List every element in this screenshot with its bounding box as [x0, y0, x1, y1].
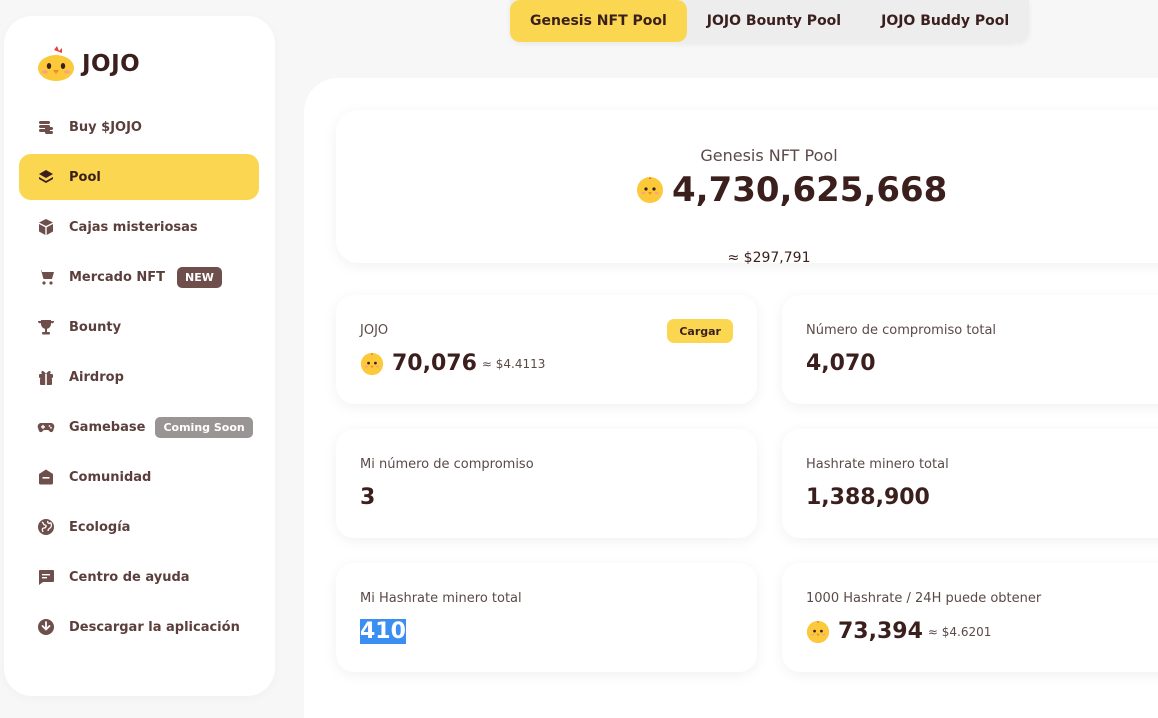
sidebar-item-label: Descargar la aplicación — [69, 619, 240, 635]
sidebar-item-nft-market[interactable]: Mercado NFT NEW — [19, 254, 259, 300]
tab-jojo-bounty-pool[interactable]: JOJO Bounty Pool — [687, 0, 861, 42]
sidebar-item-airdrop[interactable]: Airdrop — [19, 354, 259, 400]
sidebar-item-label: Centro de ayuda — [69, 569, 190, 585]
sidebar-item-label: Comunidad — [69, 469, 152, 485]
tab-jojo-buddy-pool[interactable]: JOJO Buddy Pool — [861, 0, 1029, 42]
trophy-icon — [37, 318, 55, 336]
pool-total-value: 4,730,625,668 — [672, 170, 948, 210]
card-label: Mi Hashrate minero total — [360, 591, 522, 606]
reward-value: 73,394 ≈ $4.6201 — [806, 619, 991, 644]
layers-icon — [37, 168, 55, 186]
total-hashrate-card: Hashrate minero total 1,388,900 — [782, 429, 1158, 538]
card-value-text: 410 — [360, 619, 406, 644]
gamepad-icon — [37, 418, 55, 436]
pool-total-amount: 4,730,625,668 — [636, 170, 947, 210]
card-value-text: 1,388,900 — [806, 485, 930, 510]
sidebar-item-community[interactable]: Comunidad — [19, 454, 259, 500]
jojo-balance-card: JOJO Cargar 70,076 ≈ $4.4113 — [336, 295, 757, 404]
main-panel: Genesis NFT Pool 4,730,625,668 ≈ $297,79… — [304, 78, 1158, 718]
card-label: JOJO — [360, 323, 389, 338]
sidebar: JOJO Buy $JOJO Pool Cajas misteriosas Me… — [4, 16, 275, 696]
card-label: Mi número de compromiso — [360, 457, 534, 472]
sidebar-item-label: Buy $JOJO — [69, 119, 142, 135]
card-label: Hashrate minero total — [806, 457, 949, 472]
box-icon — [37, 218, 55, 236]
globe-icon — [37, 518, 55, 536]
logo[interactable]: JOJO — [36, 46, 140, 82]
card-value-text: 3 — [360, 485, 376, 510]
chick-logo-icon — [36, 46, 76, 82]
sidebar-item-label: Cajas misteriosas — [69, 219, 198, 235]
sidebar-item-download-app[interactable]: Descargar la aplicación — [19, 604, 259, 650]
sidebar-item-pool[interactable]: Pool — [19, 154, 259, 200]
card-label: 1000 Hashrate / 24H puede obtener — [806, 591, 1042, 606]
card-value-text: 70,076 — [392, 351, 477, 376]
sidebar-item-label: Airdrop — [69, 369, 124, 385]
gift-icon — [37, 368, 55, 386]
brand-name: JOJO — [82, 51, 141, 77]
coming-soon-badge: Coming Soon — [155, 416, 253, 438]
total-stake-card: Número de compromiso total 4,070 — [782, 295, 1158, 404]
sidebar-item-bounty[interactable]: Bounty — [19, 304, 259, 350]
download-icon — [37, 618, 55, 636]
sidebar-item-mystery-boxes[interactable]: Cajas misteriosas — [19, 204, 259, 250]
sidebar-item-label: Pool — [69, 169, 101, 185]
jojo-coin-icon — [806, 620, 830, 644]
card-label: Número de compromiso total — [806, 323, 997, 338]
sidebar-item-label: Mercado NFT — [69, 269, 166, 285]
reward-card: 1000 Hashrate / 24H puede obtener 73,394… — [782, 563, 1158, 672]
card-usd: ≈ $4.6201 — [927, 624, 992, 639]
chat-icon — [37, 568, 55, 586]
cargar-button[interactable]: Cargar — [667, 319, 733, 343]
cart-icon — [37, 268, 55, 286]
sidebar-item-label: Ecología — [69, 519, 131, 535]
sidebar-item-label: Bounty — [69, 319, 122, 335]
pool-summary-card: Genesis NFT Pool 4,730,625,668 ≈ $297,79… — [336, 110, 1158, 266]
sidebar-item-label: Gamebase — [69, 419, 146, 435]
pool-total-usd: ≈ $297,791 — [727, 250, 811, 266]
card-usd: ≈ $4.4113 — [481, 356, 546, 371]
card-value-text: 73,394 — [838, 619, 923, 644]
sidebar-item-buy-jojo[interactable]: Buy $JOJO — [19, 104, 259, 150]
jojo-coin-icon — [360, 352, 384, 376]
jojo-coin-icon — [636, 176, 664, 204]
coins-stack-icon — [37, 118, 55, 136]
tab-genesis-nft-pool[interactable]: Genesis NFT Pool — [510, 0, 687, 42]
pool-title: Genesis NFT Pool — [700, 146, 838, 165]
pool-tabs: Genesis NFT Pool JOJO Bounty Pool JOJO B… — [510, 0, 1030, 42]
card-value-text: 4,070 — [806, 351, 876, 376]
community-icon — [37, 468, 55, 486]
my-hashrate-value: 410 — [360, 619, 406, 644]
my-hashrate-card: Mi Hashrate minero total 410 — [336, 563, 757, 672]
my-stake-card: Mi número de compromiso 3 — [336, 429, 757, 538]
sidebar-item-help-center[interactable]: Centro de ayuda — [19, 554, 259, 600]
sidebar-item-ecology[interactable]: Ecología — [19, 504, 259, 550]
new-badge: NEW — [177, 266, 222, 288]
jojo-balance: 70,076 ≈ $4.4113 — [360, 351, 545, 376]
sidebar-nav: Buy $JOJO Pool Cajas misteriosas Mercado… — [19, 104, 259, 654]
sidebar-item-gamebase[interactable]: Gamebase Coming Soon — [19, 404, 259, 450]
